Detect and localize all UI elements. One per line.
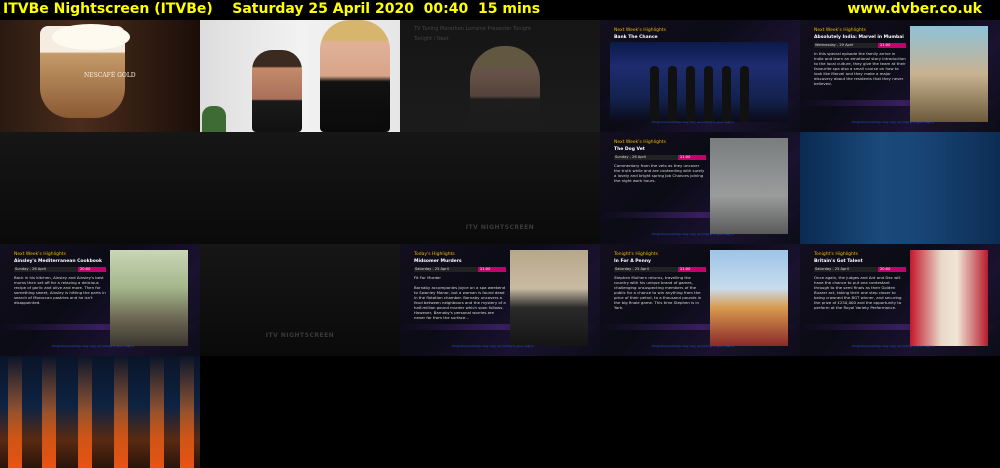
- tile-itv-logo[interactable]: ITV NIGHTSCREEN: [200, 244, 400, 356]
- card-day: Saturday - 25 April: [815, 267, 849, 271]
- card-picture: [610, 42, 788, 122]
- card-description: Once again, the judges and Ant and Dec w…: [814, 275, 902, 310]
- card-heading: Tonight's Highlights: [614, 252, 658, 257]
- site-link[interactable]: www.dvber.co.uk: [847, 1, 982, 17]
- card-description: Stephen Mulhern returns, travelling the …: [614, 275, 702, 310]
- tile-card-midsomer[interactable]: Today's Highlights Midsomer Murders Satu…: [400, 244, 600, 356]
- coffee-brand-label: NESCAFÉ GOLD: [84, 72, 136, 79]
- card-day: Saturday - 25 April: [415, 267, 449, 271]
- news-ticker: TV Tuning Marathon Lorraine Presenter To…: [414, 26, 532, 32]
- stage-light: [180, 356, 194, 468]
- news-sub: Tonight / Next: [414, 36, 449, 42]
- card-picture: [910, 26, 988, 122]
- stage-light: [150, 356, 164, 468]
- card-picture: [710, 138, 788, 234]
- card-programme: In For A Penny: [614, 259, 651, 264]
- stage-light: [114, 356, 128, 468]
- figure: [704, 66, 713, 122]
- card-programme: Midsomer Murders: [414, 259, 462, 264]
- tile-stage-lights[interactable]: [0, 356, 200, 468]
- card-heading: Next Week's Highlights: [614, 28, 666, 33]
- card-day: Sunday - 26 April: [15, 267, 46, 271]
- card-time: 21:00: [680, 267, 691, 271]
- card-day: Saturday - 25 April: [615, 267, 649, 271]
- card-footnote: Programme listings may vary according to…: [852, 120, 934, 124]
- coffee-foam-image: [52, 24, 130, 50]
- figure: [668, 66, 677, 122]
- card-time: 21:00: [880, 43, 891, 47]
- card-description: Back in his kitchen, Ainsley and Ainsley…: [14, 275, 106, 305]
- tile-card-ainsley[interactable]: Next Week's Highlights Ainsley's Mediter…: [0, 244, 200, 356]
- tile-itv-logo[interactable]: ITV NIGHTSCREEN: [400, 132, 600, 244]
- card-footnote: Programme listings may vary according to…: [652, 232, 734, 236]
- card-programme: Britain's Got Talent: [814, 259, 863, 264]
- card-picture: [510, 250, 588, 346]
- tile-hair-scene[interactable]: [200, 20, 400, 132]
- tile-blue-screen[interactable]: [800, 132, 1000, 244]
- itv-logo-text: ITV NIGHTSCREEN: [265, 332, 335, 339]
- card-heading: Tonight's Highlights: [814, 252, 858, 257]
- card-day: Wednesday - 29 April: [815, 43, 854, 47]
- card-description: Fit For Murder Barnaby accompanies Joyce…: [414, 275, 506, 320]
- card-heading: Today's Highlights: [414, 252, 455, 257]
- card-day: Sunday - 26 April: [615, 155, 646, 159]
- card-programme: The Dog Vet: [614, 147, 645, 152]
- tile-blank[interactable]: [200, 132, 400, 244]
- stage-light: [8, 356, 22, 468]
- figure: [722, 66, 731, 122]
- card-time: 21:00: [680, 155, 691, 159]
- woman-image: [320, 20, 390, 132]
- figure: [686, 66, 695, 122]
- card-footnote: Programme listings may vary according to…: [652, 344, 734, 348]
- card-picture: [910, 250, 988, 346]
- tile-news-presenter[interactable]: TV Tuning Marathon Lorraine Presenter To…: [400, 20, 600, 132]
- tile-coffee-advert[interactable]: NESCAFÉ GOLD: [0, 20, 200, 132]
- card-programme: Absolutely India: Marvel in Mumbai: [814, 35, 904, 40]
- card-footnote: Programme listings may vary according to…: [852, 344, 934, 348]
- tile-card-stephen[interactable]: Tonight's Highlights In For A Penny Satu…: [600, 244, 800, 356]
- screenshot-grid: NESCAFÉ GOLD TV Tuning Marathon Lorraine…: [0, 20, 1000, 468]
- stage-light: [78, 356, 92, 468]
- tile-card-show[interactable]: Next Week's Highlights Bank The Chance W…: [600, 20, 800, 132]
- card-footnote: Programme listings may vary according to…: [652, 120, 734, 124]
- man-image: [252, 50, 302, 132]
- header-bar: ITVBe Nightscreen (ITVBe) Saturday 25 Ap…: [0, 0, 1000, 20]
- card-heading: Next Week's Highlights: [614, 140, 666, 145]
- card-programme: Ainsley's Mediterranean Cookbook: [14, 259, 102, 264]
- tile-card-marie[interactable]: Next Week's Highlights Absolutely India:…: [800, 20, 1000, 132]
- plant-image: [202, 106, 226, 132]
- card-time: 20:00: [880, 267, 891, 271]
- stage-light: [42, 356, 56, 468]
- card-description: In this special episode the family arriv…: [814, 51, 906, 86]
- tile-card-bgt[interactable]: Tonight's Highlights Britain's Got Talen…: [800, 244, 1000, 356]
- card-picture: [710, 250, 788, 346]
- tile-card-vet[interactable]: Next Week's Highlights The Dog Vet Sunda…: [600, 132, 800, 244]
- itv-logo-text: ITV NIGHTSCREEN: [465, 224, 535, 231]
- card-heading: Next Week's Highlights: [14, 252, 66, 257]
- card-heading: Next Week's Highlights: [814, 28, 866, 33]
- card-time: 21:00: [480, 267, 491, 271]
- card-footnote: Programme listings may vary according to…: [52, 344, 134, 348]
- figure: [740, 66, 749, 122]
- tile-blank[interactable]: [0, 132, 200, 244]
- page-title: ITVBe Nightscreen (ITVBe) Saturday 25 Ap…: [3, 1, 541, 17]
- card-time: 20:00: [80, 267, 91, 271]
- presenter-image: [470, 46, 540, 132]
- card-programme: Bank The Chance: [614, 35, 658, 40]
- card-footnote: Programme listings may vary according to…: [452, 344, 534, 348]
- card-picture: [110, 250, 188, 346]
- figure: [650, 66, 659, 122]
- card-description: Commentary from the vets as they uncover…: [614, 163, 705, 183]
